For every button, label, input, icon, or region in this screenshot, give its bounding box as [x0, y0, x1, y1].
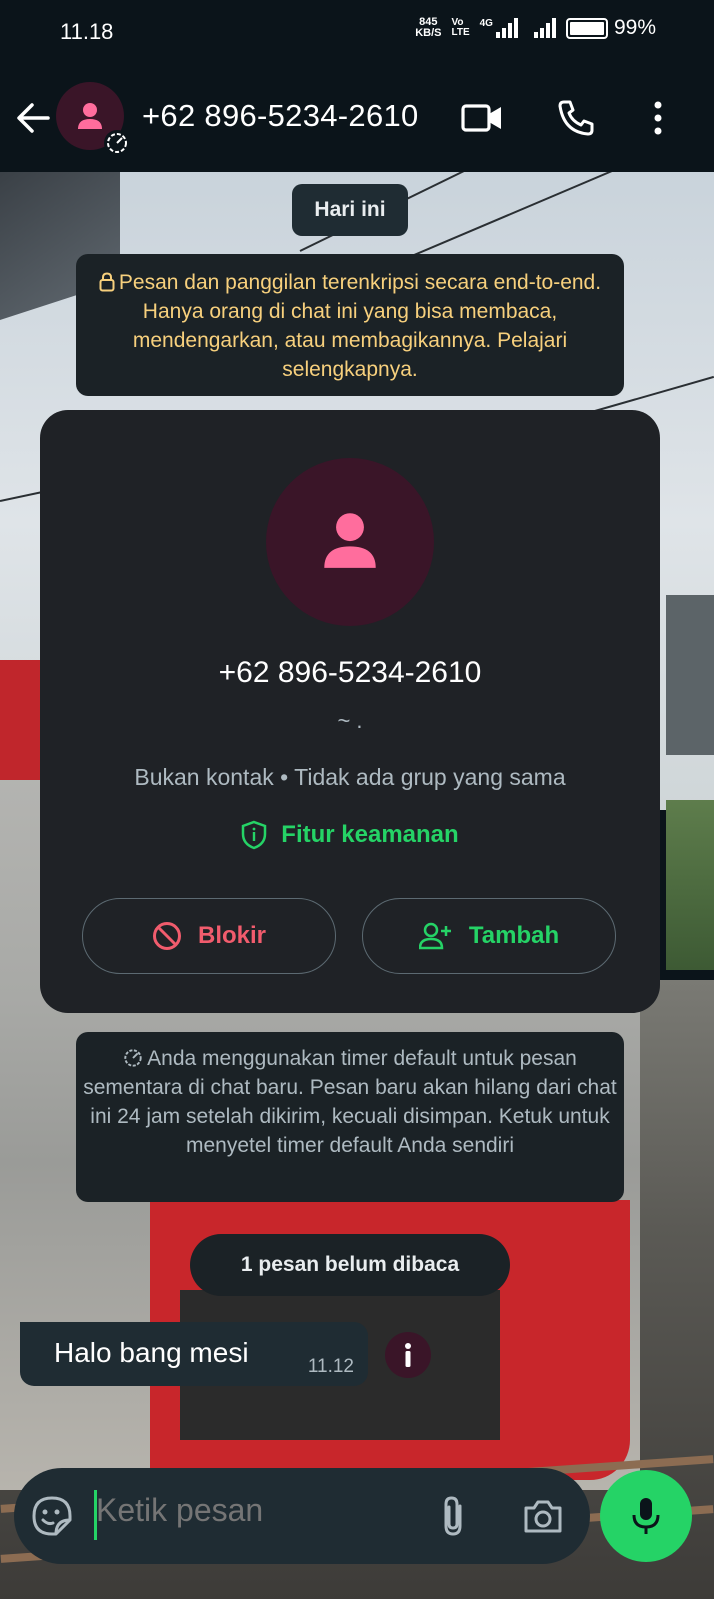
block-icon — [152, 922, 181, 950]
timer-icon — [124, 1049, 142, 1067]
message-info-button[interactable] — [385, 1332, 431, 1378]
video-call-icon[interactable] — [460, 96, 504, 140]
block-button[interactable]: Blokir — [82, 898, 336, 974]
contact-about: ~ . — [337, 708, 363, 733]
message-time: 11.12 — [307, 1356, 354, 1377]
encryption-notice[interactable]: Pesan dan panggilan terenkripsi secara e… — [76, 254, 624, 396]
battery-icon — [565, 17, 608, 39]
contact-meta: Bukan kontak • Tidak ada grup yang sama — [134, 764, 566, 790]
voice-call-icon[interactable] — [554, 96, 598, 140]
more-options-icon[interactable] — [636, 96, 680, 140]
add-contact-button[interactable]: Tambah — [362, 898, 616, 974]
security-features-link[interactable]: Fitur keamanan — [40, 820, 660, 850]
battery-indicator: 99% — [565, 16, 656, 40]
camera-icon[interactable] — [520, 1494, 566, 1538]
disappearing-timer-icon — [104, 130, 130, 156]
message-bubble[interactable]: Halo bang mesi 11.12 — [20, 1322, 368, 1386]
message-text: Halo bang mesi — [54, 1337, 249, 1368]
message-input[interactable] — [96, 1492, 416, 1529]
back-arrow-icon[interactable] — [14, 100, 54, 136]
message-composer — [14, 1468, 590, 1564]
date-chip: Hari ini — [292, 184, 408, 236]
add-person-icon — [418, 922, 451, 950]
shield-icon — [242, 820, 267, 850]
voice-message-button[interactable] — [600, 1470, 692, 1562]
volte-indicator: Vo LTE — [451, 17, 470, 38]
status-bar: 11.18 845 KB/S Vo LTE 4G 99% — [0, 0, 714, 64]
chat-title[interactable]: +62 896-5234-2610 — [142, 98, 419, 134]
disappearing-timer-notice[interactable]: Anda menggunakan timer default untuk pes… — [76, 1032, 624, 1202]
person-icon — [78, 103, 102, 129]
person-icon — [324, 513, 376, 568]
network-speed: 845 KB/S — [415, 16, 442, 39]
signal-4g-icon: 4G — [480, 18, 518, 38]
signal-strength-icon — [533, 18, 556, 38]
lock-icon — [99, 272, 115, 292]
sticker-emoji-icon[interactable] — [30, 1494, 74, 1538]
timer-notice-text: Anda menggunakan timer default untuk pes… — [83, 1047, 617, 1157]
contact-avatar-large[interactable] — [266, 458, 434, 626]
info-icon — [405, 1343, 411, 1367]
status-time: 11.18 — [60, 19, 114, 44]
chat-header: +62 896-5234-2610 — [0, 64, 714, 172]
contact-info-card: +62 896-5234-2610 ~ . Bukan kontak • Tid… — [40, 410, 660, 1013]
contact-phone: +62 896-5234-2610 — [218, 656, 482, 689]
unread-messages-chip: 1 pesan belum dibaca — [190, 1234, 510, 1296]
microphone-icon — [632, 1498, 660, 1534]
encryption-notice-text: Pesan dan panggilan terenkripsi secara e… — [118, 271, 602, 381]
attach-icon[interactable] — [432, 1492, 476, 1540]
